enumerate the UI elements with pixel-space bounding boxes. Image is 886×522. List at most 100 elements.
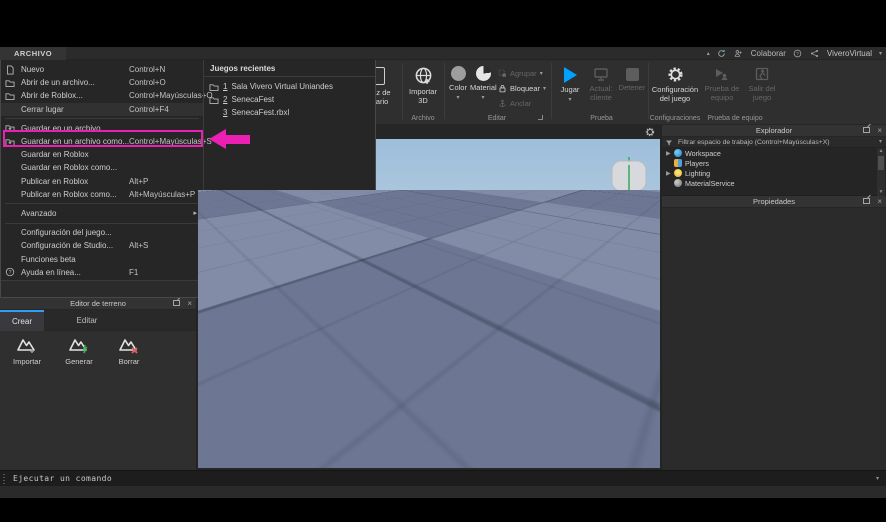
scroll-thumb[interactable] — [878, 156, 884, 170]
tab-crear[interactable]: Crear — [0, 310, 44, 331]
game-settings-button[interactable]: Configuracióndel juego — [650, 66, 700, 103]
save-file-icon — [5, 123, 16, 133]
menu-item-funciones-beta[interactable]: Funciones beta — [1, 252, 203, 265]
explorer-tree: ▶ Workspace Players ▶ Lighting — [662, 148, 886, 196]
explorer-close-icon[interactable]: × — [877, 127, 882, 135]
tree-item-materialservice[interactable]: MaterialService — [662, 178, 886, 188]
expand-arrow-icon[interactable]: ▶ — [666, 170, 674, 177]
recent-game-1[interactable]: 1 Sala Vivero Virtual Uniandes — [204, 80, 375, 93]
explorer-header[interactable]: Explorador × — [662, 125, 886, 137]
command-input[interactable]: Ejecutar un comando — [13, 474, 112, 483]
viewport-settings-gear-icon[interactable] — [645, 127, 655, 137]
menu-separator — [5, 118, 199, 119]
file-menu-dropdown: Nuevo Control+N Abrir de un archivo... C… — [0, 60, 376, 298]
submenu-arrow-icon: ▸ — [193, 209, 197, 217]
menu-item-configuracion-studio[interactable]: Configuración de Studio... Alt+S — [1, 239, 203, 252]
menu-footer: Salir — [1, 280, 375, 297]
exit-game-button: Salir deljuego — [744, 66, 780, 102]
properties-close-icon[interactable]: × — [877, 198, 882, 206]
group-label-prueba: Prueba — [556, 115, 647, 122]
file-menu-tab[interactable]: ARCHIVO — [0, 47, 66, 60]
ribbon-collapse-icon[interactable]: ▴ — [707, 50, 710, 57]
share-icon[interactable] — [810, 49, 820, 59]
menu-item-publicar-roblox-como[interactable]: Publicar en Roblox como... Alt+Mayúscula… — [1, 188, 203, 201]
tree-item-players[interactable]: Players — [662, 158, 886, 168]
terrain-clear-button[interactable]: Borrar — [107, 336, 151, 366]
tree-item-lighting[interactable]: ▶ Lighting — [662, 168, 886, 178]
view-cube-gizmo[interactable] — [609, 155, 651, 203]
recent-game-2[interactable]: 2 SenecaFest — [204, 93, 375, 106]
menu-separator — [5, 203, 199, 204]
menu-item-guardar-roblox-como[interactable]: Guardar en Roblox como... — [1, 161, 203, 174]
collaborate-icon[interactable] — [734, 49, 744, 59]
explorer-scrollbar[interactable]: ▲ ▼ — [877, 148, 885, 196]
screenshot-stage: ARCHIVO ▴ Colaborar ViveroVirtual ▾ terf… — [0, 0, 886, 522]
account-dropdown-icon[interactable]: ▾ — [879, 50, 882, 57]
menu-item-cerrar-lugar[interactable]: Cerrar lugar Control+F4 — [1, 103, 203, 116]
tree-item-workspace[interactable]: ▶ Workspace — [662, 148, 886, 158]
stop-icon — [626, 68, 639, 81]
game-settings-gear-icon — [667, 66, 684, 83]
explorer-filter-caret-icon[interactable]: ▾ — [879, 137, 882, 148]
new-file-icon — [5, 65, 16, 75]
terrain-tabs: Crear Editar — [0, 310, 196, 331]
team-test-icon — [714, 66, 730, 82]
menu-item-configuracion-juego[interactable]: Configuración del juego... — [1, 226, 203, 239]
menu-item-avanzado[interactable]: Avanzado ▸ — [1, 207, 203, 220]
save-as-file-icon — [5, 137, 16, 147]
team-test-button: Prueba deequipo — [702, 66, 742, 102]
terrain-import-icon — [16, 336, 38, 354]
right-dock: Explorador × Filtrar espacio de trabajo … — [661, 125, 886, 470]
expand-arrow-icon[interactable]: ▶ — [666, 150, 674, 157]
current-client-button: Actual:cliente — [586, 66, 616, 102]
help-icon[interactable] — [793, 49, 803, 59]
menu-item-guardar-archivo-como[interactable]: Guardar en un archivo como... Control+Ma… — [1, 135, 203, 148]
import-3d-button[interactable]: Importar3D — [404, 66, 442, 105]
properties-float-icon[interactable] — [863, 198, 870, 206]
players-icon — [674, 159, 682, 167]
material-button[interactable]: Material▾ — [470, 66, 496, 102]
exit-button[interactable]: Salir — [351, 284, 367, 293]
filter-funnel-icon — [665, 139, 673, 147]
collaborate-label[interactable]: Colaborar — [751, 49, 786, 58]
material-icon — [476, 66, 491, 81]
recent-game-3[interactable]: 3 SenecaFest.rbxl — [204, 106, 375, 119]
materialservice-icon — [674, 179, 682, 187]
menu-item-guardar-archivo[interactable]: Guardar en un archivo — [1, 122, 203, 135]
menu-item-abrir-roblox[interactable]: Abrir de Roblox... Control+Mayúsculas+O — [1, 89, 203, 102]
command-bar-caret-icon[interactable]: ▾ — [876, 475, 879, 482]
roblox-studio-window: ARCHIVO ▴ Colaborar ViveroVirtual ▾ terf… — [0, 47, 886, 498]
sync-icon[interactable] — [717, 49, 727, 59]
color-button[interactable]: Color▾ — [447, 66, 469, 102]
menu-item-guardar-roblox[interactable]: Guardar en Roblox — [1, 148, 203, 161]
title-tab-row: ARCHIVO ▴ Colaborar ViveroVirtual ▾ — [0, 47, 886, 60]
terrain-title: Editor de terreno — [70, 299, 126, 308]
properties-header[interactable]: Propiedades × — [662, 196, 886, 208]
lock-button[interactable]: Bloquear▾ — [498, 84, 550, 93]
menu-item-publicar-roblox[interactable]: Publicar en Roblox Alt+P — [1, 175, 203, 188]
stop-button: Detener — [617, 66, 647, 93]
terrain-import-button[interactable]: Importar — [5, 336, 49, 366]
menu-item-nuevo[interactable]: Nuevo Control+N — [1, 63, 203, 76]
anchor-icon — [498, 99, 507, 108]
lighting-icon — [674, 169, 682, 177]
scroll-up-icon[interactable]: ▲ — [877, 148, 885, 155]
menu-item-abrir-archivo[interactable]: Abrir de un archivo... Control+O — [1, 76, 203, 89]
play-button[interactable]: Jugar▾ — [556, 66, 584, 104]
explorer-filter-input[interactable]: Filtrar espacio de trabajo (Control+Mayú… — [662, 137, 886, 148]
scroll-down-icon[interactable]: ▼ — [877, 189, 885, 196]
command-bar[interactable]: Ejecutar un comando ▾ — [0, 470, 886, 486]
terrain-float-icon[interactable] — [173, 300, 180, 308]
recent-games-header: Juegos recientes — [204, 60, 375, 77]
explorer-float-icon[interactable] — [863, 127, 870, 135]
open-file-icon — [5, 78, 16, 88]
terrain-generate-button[interactable]: Generar — [57, 336, 101, 366]
menu-item-ayuda[interactable]: Ayuda en línea... F1 — [1, 266, 203, 279]
terrain-close-icon[interactable]: × — [187, 300, 192, 308]
command-bar-grip[interactable] — [3, 474, 5, 484]
recent-games-panel: Juegos recientes 1 Sala Vivero Virtual U… — [203, 60, 375, 280]
account-name[interactable]: ViveroVirtual — [827, 49, 872, 58]
tab-editar[interactable]: Editar — [44, 310, 130, 331]
terrain-header[interactable]: Editor de terreno × — [0, 298, 196, 310]
editar-expander-icon[interactable] — [538, 115, 543, 120]
